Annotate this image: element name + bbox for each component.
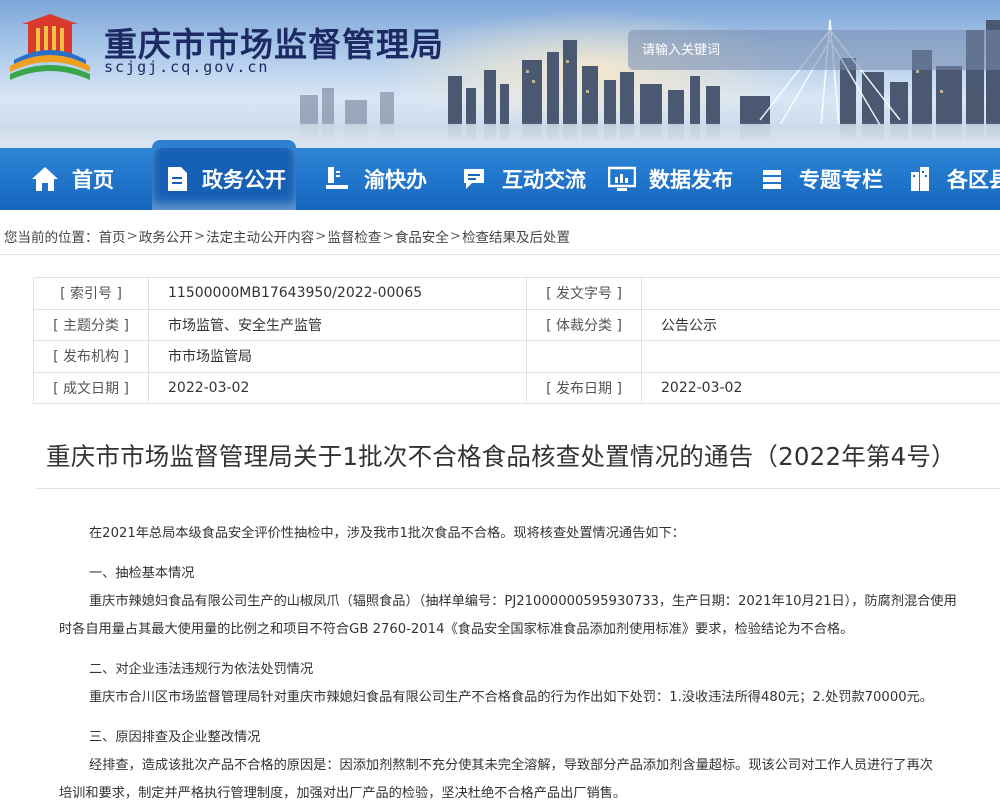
breadcrumb-link-government-affairs[interactable]: 政务公开 — [139, 226, 193, 246]
title-divider — [36, 488, 1000, 489]
service-desk-icon — [322, 164, 352, 194]
site-domain: scjgj.cq.gov.cn — [104, 58, 270, 76]
search-input[interactable] — [642, 42, 1000, 58]
breadcrumb-separator: > — [126, 228, 138, 244]
table-row: [ 成文日期 ] 2022-03-02 [ 发布日期 ] 2022-03-02 — [33, 371, 1000, 404]
chat-icon — [460, 164, 490, 194]
meta-key: [ 成文日期 ] — [33, 371, 149, 404]
breadcrumb-link-results[interactable]: 检查结果及后处置 — [462, 226, 570, 246]
paragraph-line: 经排查，造成该批次产品不合格的原因是：因添加剂熬制不充分使其未完全溶解，导致部分… — [89, 758, 933, 773]
header-banner: 重庆市市场监督管理局 scjgj.cq.gov.cn — [0, 0, 1000, 140]
meta-key: [ 体裁分类 ] — [526, 308, 642, 341]
breadcrumb-separator: > — [315, 228, 327, 244]
document-icon — [162, 164, 192, 194]
nav-label: 政务公开 — [202, 168, 286, 192]
nav-label: 渝快办 — [364, 168, 427, 192]
meta-value: 市场监管、安全生产监管 — [148, 308, 527, 341]
table-row: [ 发布机构 ] 市市场监管局 — [33, 340, 1000, 373]
nav-item-interaction[interactable]: 互动交流 — [460, 148, 586, 210]
buildings-icon — [905, 164, 935, 194]
meta-key: [ 发文字号 ] — [526, 277, 642, 310]
breadcrumb-divider — [0, 254, 1000, 255]
article-body: 在2021年总局本级食品安全评价性抽检中，涉及我市1批次食品不合格。现将核查处置… — [59, 520, 994, 804]
meta-key: [ 发布日期 ] — [526, 371, 642, 404]
logo-icon — [10, 14, 90, 80]
meta-key — [526, 340, 642, 373]
stack-icon — [757, 164, 787, 194]
paragraph-line: 培训和要求，制定并严格执行管理制度，加强对出厂产品的检验，坚决杜绝不合格产品出厂… — [59, 786, 627, 801]
search-box — [628, 30, 1000, 70]
breadcrumb-link-supervision[interactable]: 监督检查 — [327, 226, 381, 246]
meta-key: [ 发布机构 ] — [33, 340, 149, 373]
meta-value — [641, 340, 1000, 373]
breadcrumb-link-legal-disclosure[interactable]: 法定主动公开内容 — [206, 226, 314, 246]
paragraph-line: 重庆市合川区市场监督管理局针对重庆市辣媳妇食品有限公司生产不合格食品的行为作出如… — [89, 690, 933, 705]
paragraph-line: 重庆市辣媳妇食品有限公司生产的山椒凤爪（辐照食品）（抽样单编号：PJ210000… — [89, 594, 957, 609]
nav-item-home[interactable]: 首页 — [30, 148, 114, 210]
nav-item-districts[interactable]: 各区县 — [905, 148, 1000, 210]
meta-key: [ 索引号 ] — [33, 277, 149, 310]
meta-value — [641, 277, 1000, 310]
breadcrumb-separator: > — [382, 228, 394, 244]
home-icon — [30, 164, 60, 194]
document-meta-table: [ 索引号 ] 11500000MB17643950/2022-00065 [ … — [33, 277, 1000, 404]
breadcrumb: 您当前的位置： 首页 > 政务公开 > 法定主动公开内容 > 监督检查 > 食品… — [4, 226, 570, 246]
nav-label: 数据发布 — [649, 168, 733, 192]
paragraph-line: 时各自用量占其最大使用量的比例之和项目不符合GB 2760-2014《食品安全国… — [59, 622, 854, 637]
meta-value: 11500000MB17643950/2022-00065 — [148, 277, 527, 310]
nav-label: 首页 — [72, 168, 114, 192]
breadcrumb-link-food-safety[interactable]: 食品安全 — [395, 226, 449, 246]
meta-key: [ 主题分类 ] — [33, 308, 149, 341]
table-row: [ 索引号 ] 11500000MB17643950/2022-00065 [ … — [33, 277, 1000, 310]
article-title: 重庆市市场监督管理局关于1批次不合格食品核查处置情况的通告（2022年第4号） — [46, 442, 956, 471]
nav-item-yukuaiban[interactable]: 渝快办 — [322, 148, 427, 210]
breadcrumb-prefix: 您当前的位置： — [4, 230, 99, 246]
meta-value: 市市场监管局 — [148, 340, 527, 373]
nav-item-government-affairs[interactable]: 政务公开 — [152, 140, 296, 210]
breadcrumb-separator: > — [449, 228, 462, 244]
meta-value: 2022-03-02 — [641, 371, 1000, 404]
nav-label: 各区县 — [947, 168, 1000, 192]
section-heading: 二、对企业违法违规行为依法处罚情况 — [89, 662, 314, 677]
section-heading: 一、抽检基本情况 — [89, 566, 195, 581]
breadcrumb-link-home[interactable]: 首页 — [99, 226, 126, 246]
nav-label: 专题专栏 — [799, 168, 883, 192]
table-row: [ 主题分类 ] 市场监管、安全生产监管 [ 体裁分类 ] 公告公示 — [33, 308, 1000, 341]
meta-value: 公告公示 — [641, 308, 1000, 341]
section-heading: 三、原因排查及企业整改情况 — [89, 730, 261, 745]
article-intro: 在2021年总局本级食品安全评价性抽检中，涉及我市1批次食品不合格。现将核查处置… — [89, 526, 685, 541]
main-nav: 首页 政务公开 渝快办 互动交流 数据发布 专题专栏 各区县 — [0, 140, 1000, 210]
nav-label: 互动交流 — [502, 168, 586, 192]
breadcrumb-separator: > — [193, 228, 206, 244]
monitor-chart-icon — [607, 164, 637, 194]
nav-item-data-release[interactable]: 数据发布 — [607, 148, 733, 210]
nav-item-special-topics[interactable]: 专题专栏 — [757, 148, 883, 210]
meta-value: 2022-03-02 — [148, 371, 527, 404]
